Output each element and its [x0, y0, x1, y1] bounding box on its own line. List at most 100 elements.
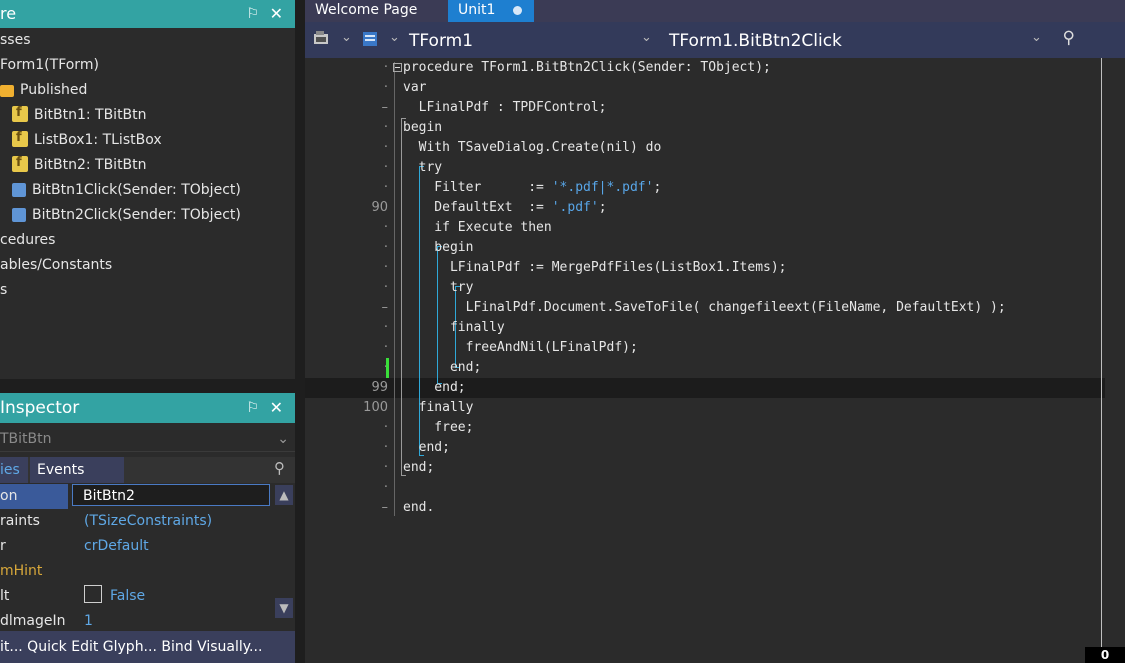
code-line[interactable]: freeAndNil(LFinalPdf); [403, 338, 638, 358]
property-name: on [0, 484, 68, 509]
chevron-down-icon[interactable]: ⌄ [341, 30, 352, 45]
code-token: freeAndNil(LFinalPdf); [403, 340, 638, 355]
class-combo[interactable]: TForm1 [409, 22, 473, 58]
line-number: · [383, 180, 388, 195]
pin-icon[interactable]: ⚐ [246, 393, 259, 423]
scroll-up-button[interactable]: ▲ [275, 485, 293, 505]
tree-item[interactable]: BitBtn1: TBitBtn [12, 100, 147, 128]
code-token: LFinalPdf : TPDFControl; [403, 100, 607, 115]
code-line[interactable]: procedure TForm1.BitBtn2Click(Sender: TO… [403, 58, 771, 78]
code-token: if Execute then [403, 220, 552, 235]
code-line[interactable]: finally [403, 318, 505, 338]
pin-icon[interactable]: ⚐ [246, 0, 259, 28]
code-token: procedure TForm1.BitBtn2Click(Sender: TO… [403, 60, 771, 75]
property-value-input[interactable]: BitBtn2 [72, 484, 270, 506]
tab-events[interactable]: Events [30, 457, 124, 483]
code-token: With TSaveDialog.Create(nil) do [403, 140, 662, 155]
code-line[interactable]: end; [403, 358, 481, 378]
chevron-down-icon[interactable]: ⌄ [1031, 30, 1042, 45]
property-value[interactable]: crDefault [84, 534, 149, 559]
tree-item[interactable]: ables/Constants [0, 253, 112, 278]
checkbox[interactable] [84, 585, 102, 603]
close-icon[interactable]: ✕ [270, 393, 283, 423]
code-token: LFinalPdf.Document.SaveToFile( changefil… [403, 300, 1006, 315]
method-combo[interactable]: TForm1.BitBtn2Click [669, 22, 842, 58]
chevron-down-icon[interactable]: ⌄ [277, 427, 289, 451]
tree-item-label: cedures [0, 232, 56, 248]
code-editor[interactable]: · · – · · · · 90 · · · · – · · · 99 100 · · · · – procedure TF… [305, 58, 1125, 663]
tree-item-label: ListBox1: TListBox [34, 132, 162, 148]
search-icon[interactable]: ⚲ [1063, 28, 1075, 48]
tree-item[interactable]: cedures [0, 228, 55, 253]
tree-item[interactable]: BitBtn1Click(Sender: TObject) [12, 178, 241, 203]
code-line[interactable]: LFinalPdf := MergePdfFiles(ListBox1.Item… [403, 258, 787, 278]
object-selector[interactable]: TBitBtn ⌄ [0, 427, 295, 452]
code-line[interactable]: try [403, 158, 443, 178]
line-number: · [383, 460, 388, 475]
code-line[interactable]: end; [403, 438, 450, 458]
line-number: 99 [371, 380, 388, 395]
code-area[interactable]: procedure TForm1.BitBtn2Click(Sender: TO… [393, 58, 1105, 663]
property-value[interactable]: (TSizeConstraints) [84, 509, 212, 534]
close-icon[interactable]: ✕ [270, 0, 283, 28]
code-line[interactable]: if Execute then [403, 218, 552, 238]
property-row[interactable]: r crDefault [0, 534, 295, 559]
search-icon[interactable]: ⚲ [274, 459, 285, 477]
code-line[interactable]: end; [403, 378, 465, 398]
code-line[interactable]: end; [403, 458, 434, 478]
code-line[interactable]: With TSaveDialog.Create(nil) do [403, 138, 662, 158]
code-token: end; [403, 360, 482, 375]
chevron-down-icon[interactable]: ⌄ [389, 30, 400, 45]
class-explorer-icon[interactable] [313, 30, 331, 48]
code-line[interactable]: free; [403, 418, 473, 438]
tab-unit1[interactable]: Unit1 [448, 0, 534, 22]
chevron-down-icon[interactable]: ⌄ [641, 30, 652, 45]
property-name: dlmageIn [0, 613, 66, 629]
property-value[interactable]: 1 [84, 609, 93, 631]
code-line[interactable]: finally [403, 398, 474, 418]
line-number: · [383, 420, 388, 435]
code-line[interactable]: LFinalPdf : TPDFControl; [403, 98, 607, 118]
tree-item[interactable]: Published [0, 78, 87, 103]
property-row[interactable]: raints (TSizeConstraints) [0, 509, 295, 534]
property-name: mHint [0, 563, 43, 579]
tree-item[interactable]: BitBtn2Click(Sender: TObject) [12, 203, 241, 228]
tree-item[interactable]: sses [0, 28, 31, 53]
field-icon [12, 100, 28, 125]
scroll-down-button[interactable]: ▼ [275, 598, 293, 618]
property-row[interactable]: dlmageIn 1 [0, 609, 295, 631]
code-line[interactable]: LFinalPdf.Document.SaveToFile( changefil… [403, 298, 1006, 318]
code-line[interactable]: begin [403, 238, 473, 258]
editor-tab-bar: Welcome Page Unit1 [305, 0, 1125, 22]
left-dock: re ⚐ ✕ sses Form1(TForm) Published BitBtn1:… [0, 0, 305, 663]
line-number: · [383, 120, 388, 135]
line-number: · [383, 60, 388, 75]
tree-item[interactable]: ListBox1: TListBox [12, 125, 162, 153]
code-line[interactable]: begin [403, 118, 442, 138]
code-line[interactable]: Filter := '*.pdf|*.pdf'; [403, 178, 661, 198]
code-line[interactable]: var [403, 78, 426, 98]
inspector-action-bar[interactable]: it... Quick Edit Glyph... Bind Visually.… [0, 631, 295, 663]
tab-welcome-page[interactable]: Welcome Page [305, 0, 445, 22]
right-margin-line [1101, 58, 1102, 663]
tree-item[interactable]: Form1(TForm) [0, 53, 99, 78]
code-line[interactable]: try [403, 278, 474, 298]
property-row[interactable]: on BitBtn2 [0, 484, 295, 509]
tab-properties[interactable]: ies [0, 457, 28, 483]
fold-toggle[interactable] [393, 63, 402, 72]
code-line[interactable]: end. [403, 498, 434, 518]
property-value-text: crDefault [84, 538, 149, 554]
code-token: end; [403, 460, 435, 475]
tree-item-label: BitBtn2: TBitBtn [34, 157, 147, 173]
field-icon [12, 125, 28, 150]
tree-item[interactable]: BitBtn2: TBitBtn [12, 150, 147, 178]
code-line[interactable]: DefaultExt := '.pdf'; [403, 198, 606, 218]
tree-item[interactable]: s [0, 278, 7, 303]
property-row[interactable]: mHint [0, 559, 295, 584]
property-value[interactable]: False [84, 584, 145, 609]
property-value-text: (TSizeConstraints) [84, 513, 213, 529]
unit-icon[interactable] [361, 30, 379, 48]
line-number: 90 [371, 200, 388, 215]
code-token: free; [403, 420, 474, 435]
property-row[interactable]: lt False [0, 584, 295, 609]
